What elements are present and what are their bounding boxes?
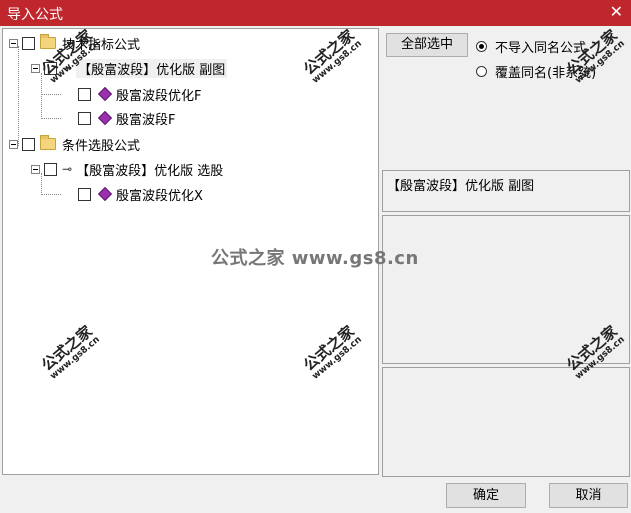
radio-label: 覆盖同名(非系统) <box>495 66 597 81</box>
collapse-icon[interactable] <box>31 63 40 73</box>
tree-connector <box>41 73 42 119</box>
radio-icon[interactable] <box>476 41 487 52</box>
radio-overwrite-duplicates[interactable]: 覆盖同名(非系统) <box>476 62 596 81</box>
formula-gem-icon <box>97 86 113 102</box>
key-icon: ⊸ <box>62 162 73 176</box>
item-checkbox[interactable] <box>44 162 57 176</box>
formula-gem-icon <box>97 186 113 202</box>
group-label: 条件选股公式 <box>62 138 141 154</box>
description-panel <box>382 215 630 364</box>
group-checkbox[interactable] <box>22 36 35 50</box>
title-bar: 导入公式 ✕ <box>0 0 631 26</box>
collapse-icon[interactable] <box>31 164 40 174</box>
tree-leaf[interactable]: 殷富波段优化X <box>78 183 203 205</box>
tree-group-indicators[interactable]: 技术指标公式 <box>9 32 140 54</box>
leaf-checkbox[interactable] <box>78 87 91 101</box>
leaf-label: 殷富波段F <box>116 112 176 128</box>
close-icon[interactable]: ✕ <box>610 2 623 21</box>
group-checkbox[interactable] <box>22 137 35 151</box>
folder-icon <box>40 135 56 150</box>
selected-formula-text: 【殷富波段】优化版 副图 <box>387 179 535 194</box>
tree-connector <box>18 46 19 146</box>
ok-button[interactable]: 确定 <box>446 483 526 508</box>
leaf-checkbox[interactable] <box>78 111 91 125</box>
select-all-button[interactable]: 全部选中 <box>386 33 468 57</box>
tree-connector <box>41 94 61 95</box>
leaf-checkbox[interactable] <box>78 187 91 201</box>
formula-tree[interactable]: 技术指标公式 ⊸ 【殷富波段】优化版 副图 殷富波段优化F 殷富波段F 条件选股… <box>2 28 379 475</box>
radio-icon[interactable] <box>476 66 487 77</box>
collapse-icon[interactable] <box>9 139 18 149</box>
selected-formula-name: 【殷富波段】优化版 副图 <box>382 170 630 212</box>
tree-item-formula[interactable]: ⊸ 【殷富波段】优化版 选股 <box>31 158 223 180</box>
tree-connector <box>41 118 61 119</box>
leaf-label: 殷富波段优化X <box>116 188 203 204</box>
group-label: 技术指标公式 <box>62 37 141 53</box>
tree-group-screening[interactable]: 条件选股公式 <box>9 133 140 155</box>
tree-leaf[interactable]: 殷富波段优化F <box>78 83 201 105</box>
item-label: 【殷富波段】优化版 选股 <box>76 163 224 179</box>
item-label: 【殷富波段】优化版 副图 <box>76 58 228 78</box>
parameter-panel <box>382 367 630 477</box>
cancel-button[interactable]: 取消 <box>549 483 628 508</box>
collapse-icon[interactable] <box>9 38 18 48</box>
tree-item-formula[interactable]: ⊸ 【殷富波段】优化版 副图 <box>31 57 228 79</box>
leaf-label: 殷富波段优化F <box>116 88 202 104</box>
window-title: 导入公式 <box>7 7 63 23</box>
tree-leaf[interactable]: 殷富波段F <box>78 107 175 129</box>
radio-skip-duplicates[interactable]: 不导入同名公式 <box>476 37 586 56</box>
item-checkbox[interactable] <box>44 61 57 75</box>
radio-label: 不导入同名公式 <box>495 41 587 56</box>
formula-gem-icon <box>97 110 113 126</box>
tree-connector <box>41 194 61 195</box>
folder-icon <box>40 34 56 49</box>
key-icon: ⊸ <box>62 61 73 75</box>
